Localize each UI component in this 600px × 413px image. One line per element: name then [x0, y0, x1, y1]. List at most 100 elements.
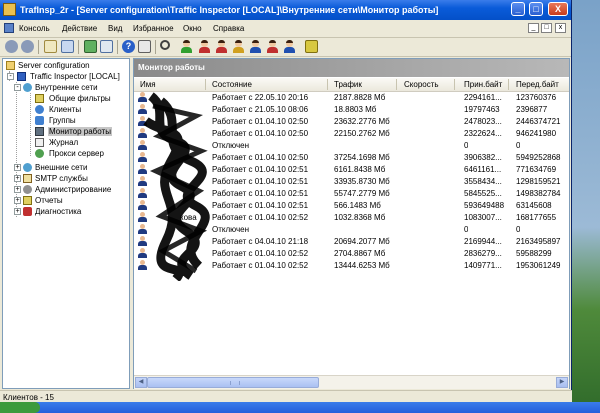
cell-sent: 771634769	[516, 165, 557, 174]
scroll-right-icon[interactable]: ▶	[556, 377, 568, 388]
expand-toggle[interactable]: +	[14, 208, 21, 215]
tree-item-label: Администрирование	[35, 185, 112, 194]
collapse-toggle[interactable]: -	[14, 84, 21, 91]
menu-favorites[interactable]: Избранное	[133, 24, 174, 33]
cell-status: Работает с 04.04.10 21:18	[212, 237, 309, 246]
user-icon[interactable]	[232, 40, 245, 53]
menu-console[interactable]: Консоль	[19, 24, 50, 33]
cell-status: Работает с 22.05.10 20:16	[212, 93, 309, 102]
title-bar[interactable]: TrafInsp_2r - [Server configuration\Traf…	[0, 0, 571, 20]
refresh-icon[interactable]	[84, 40, 97, 53]
column-header-status[interactable]: Состояние	[212, 80, 252, 89]
expand-toggle[interactable]: +	[14, 164, 21, 171]
toolbar-separator	[38, 40, 39, 54]
console-window-icon[interactable]	[4, 23, 14, 33]
cell-received: 5845525...	[464, 189, 502, 198]
cell-traffic: 22150.2762 Мб	[334, 129, 390, 138]
cell-traffic: 37254.1698 Мб	[334, 153, 390, 162]
user-icon[interactable]	[198, 40, 211, 53]
cell-received: 593649488	[464, 201, 505, 210]
cell-received: 2169944...	[464, 237, 502, 246]
maximize-button[interactable]: □	[529, 2, 543, 16]
menu-action[interactable]: Действие	[62, 24, 97, 33]
column-header-traffic[interactable]: Трафик	[334, 80, 362, 89]
tree-item-label: Traffic Inspector [LOCAL]	[30, 72, 120, 81]
forward-icon[interactable]	[21, 40, 34, 53]
collapse-toggle[interactable]: -	[7, 73, 14, 80]
column-header-sent[interactable]: Перед.байт	[516, 80, 559, 89]
monitor-panel: Монитор работы Имя Состояние Трафик Скор…	[133, 58, 570, 389]
column-headers: Имя Состояние Трафик Скорость Прин.байт …	[134, 78, 569, 92]
monitor-icon	[35, 127, 44, 136]
cell-status: Работает с 21.05.10 08:06	[212, 105, 309, 114]
tree-item-label: SMTP службы	[35, 174, 88, 183]
expand-toggle[interactable]: +	[14, 197, 21, 204]
horizontal-scrollbar[interactable]: ◀ ▶	[134, 375, 569, 389]
mdi-close-button[interactable]: x	[555, 23, 566, 33]
tree-toggle-icon[interactable]	[61, 40, 74, 53]
column-header-name[interactable]: Имя	[140, 80, 156, 89]
panel-title: Монитор работы	[138, 63, 205, 72]
column-divider[interactable]	[396, 79, 397, 90]
menu-view[interactable]: Вид	[108, 24, 122, 33]
column-divider[interactable]	[508, 79, 509, 90]
cell-received: 0	[464, 225, 469, 234]
expand-toggle[interactable]: +	[14, 186, 21, 193]
cell-received: 6461161...	[464, 165, 502, 174]
cell-sent: 1498382784	[516, 189, 561, 198]
folder-icon	[6, 61, 15, 70]
clients-icon	[35, 105, 44, 114]
filter-icon[interactable]	[305, 40, 318, 53]
toolbar: ?	[0, 38, 571, 57]
minimize-button[interactable]: _	[511, 2, 525, 16]
export-icon[interactable]	[100, 40, 113, 53]
column-divider[interactable]	[454, 79, 455, 90]
menu-help[interactable]: Справка	[213, 24, 244, 33]
mdi-minimize-button[interactable]: _	[528, 23, 539, 33]
reports-icon	[23, 196, 32, 205]
cell-sent: 63145608	[516, 201, 552, 210]
cell-status: Работает с 01.04.10 02:51	[212, 165, 309, 174]
cell-sent: 168177655	[516, 213, 557, 222]
mdi-restore-button[interactable]: □	[541, 23, 552, 33]
cell-traffic: 20694.2077 Мб	[334, 237, 390, 246]
column-header-received[interactable]: Прин.байт	[464, 80, 502, 89]
help-icon[interactable]: ?	[122, 40, 135, 53]
menu-window[interactable]: Окно	[183, 24, 202, 33]
tree-item-label: Внутренние сети	[35, 83, 98, 92]
search-icon[interactable]	[160, 40, 170, 50]
cell-status: Работает с 01.04.10 02:51	[212, 201, 309, 210]
cell-status: Работает с 01.04.10 02:52	[212, 261, 309, 270]
cell-status: Работает с 01.04.10 02:51	[212, 189, 309, 198]
scroll-left-icon[interactable]: ◀	[135, 377, 147, 388]
cell-received: 2322624...	[464, 129, 502, 138]
cell-sent: 0	[516, 225, 521, 234]
close-button[interactable]: X	[548, 2, 568, 16]
expand-toggle[interactable]: +	[14, 175, 21, 182]
tree-item-label: Общие фильтры	[49, 94, 111, 103]
up-icon[interactable]	[44, 40, 57, 53]
properties-icon[interactable]	[138, 40, 151, 53]
user-icon[interactable]	[249, 40, 262, 53]
start-button[interactable]	[0, 402, 40, 413]
cell-traffic: 23632.2776 Мб	[334, 117, 390, 126]
mail-icon	[23, 174, 32, 183]
cell-sent: 123760376	[516, 93, 557, 102]
user-icon[interactable]	[266, 40, 279, 53]
user-icon[interactable]	[283, 40, 296, 53]
user-icon[interactable]	[180, 40, 193, 53]
cell-received: 3906382...	[464, 153, 502, 162]
tree-item-label: Клиенты	[49, 105, 82, 114]
column-divider[interactable]	[205, 79, 206, 90]
server-icon	[17, 72, 26, 81]
cell-status: Работает с 01.04.10 02:50	[212, 129, 309, 138]
cell-traffic: 6161.8438 Мб	[334, 165, 386, 174]
scroll-thumb[interactable]	[147, 377, 319, 388]
back-icon[interactable]	[5, 40, 18, 53]
app-icon[interactable]	[3, 3, 16, 16]
column-header-speed[interactable]: Скорость	[404, 80, 439, 89]
tree-guide	[30, 93, 31, 156]
user-icon[interactable]	[215, 40, 228, 53]
column-divider[interactable]	[327, 79, 328, 90]
cell-status: Отключен	[212, 225, 250, 234]
